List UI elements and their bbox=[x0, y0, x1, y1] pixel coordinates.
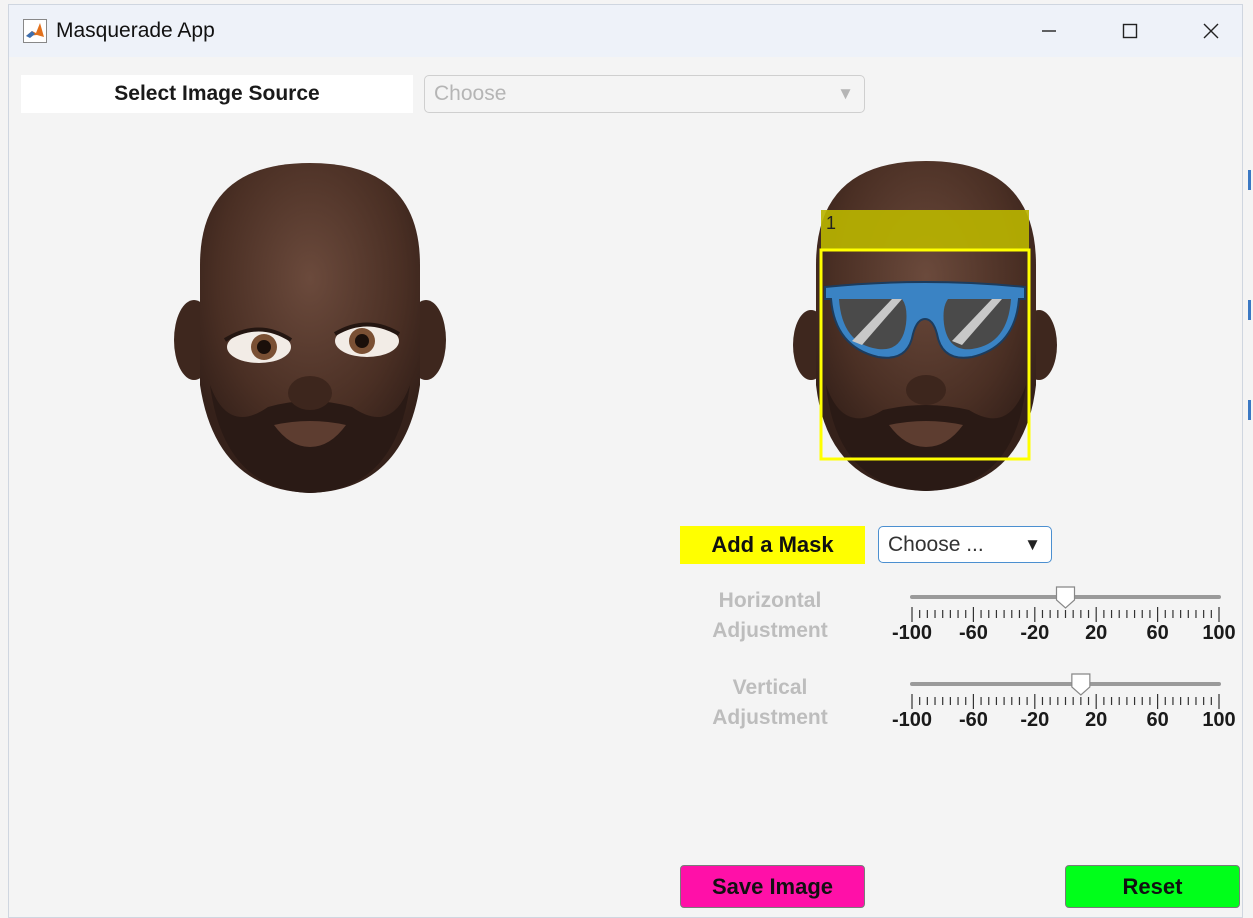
chevron-down-icon: ▼ bbox=[1024, 534, 1041, 554]
minimize-icon bbox=[1042, 30, 1056, 32]
horizontal-label-line1: Horizontal bbox=[718, 589, 822, 612]
save-image-button[interactable]: Save Image bbox=[680, 865, 865, 908]
vertical-slider-track[interactable]: -100 -60 -20 20 60 100 bbox=[879, 668, 1239, 731]
horizontal-adjustment-label: Horizontal Adjustment bbox=[680, 586, 860, 646]
slider-tick-label: -20 bbox=[1020, 709, 1049, 730]
window-title: Masquerade App bbox=[56, 19, 215, 42]
image-source-value: Choose bbox=[434, 82, 507, 105]
maximize-icon bbox=[1122, 23, 1138, 39]
slider-tick-label: -100 bbox=[892, 709, 932, 730]
detection-box-label: 1 bbox=[826, 213, 837, 233]
slider-tick-label: -20 bbox=[1020, 622, 1049, 643]
slider-thumb[interactable] bbox=[1071, 673, 1091, 696]
add-mask-label: Add a Mask bbox=[680, 526, 865, 564]
background-window-edge bbox=[1248, 170, 1251, 190]
background-window-edge bbox=[1248, 400, 1251, 420]
slider-tick-label: -100 bbox=[892, 622, 932, 643]
matlab-icon bbox=[23, 19, 47, 43]
close-icon bbox=[1203, 23, 1219, 39]
horizontal-slider[interactable]: -100 -60 -20 20 60 100 bbox=[879, 581, 1239, 644]
slider-thumb[interactable] bbox=[1055, 586, 1076, 609]
vertical-adjustment-label: Vertical Adjustment bbox=[680, 673, 860, 733]
horizontal-label-line2: Adjustment bbox=[712, 619, 828, 642]
slider-tick-label: -60 bbox=[959, 622, 988, 643]
slider-tick-label: 20 bbox=[1085, 622, 1107, 643]
slider-tick-label: 60 bbox=[1146, 622, 1168, 643]
slider-tick-label: 100 bbox=[1202, 709, 1235, 730]
reset-button[interactable]: Reset bbox=[1065, 865, 1240, 908]
maximize-button[interactable] bbox=[1107, 17, 1153, 45]
close-button[interactable] bbox=[1188, 17, 1234, 45]
mask-dropdown-value: Choose ... bbox=[888, 532, 984, 556]
app-window: Masquerade App Select Image Source Choos… bbox=[8, 4, 1243, 918]
slider-tick-label: -60 bbox=[959, 709, 988, 730]
slider-tick-label: 60 bbox=[1146, 709, 1168, 730]
vertical-label-line1: Vertical bbox=[732, 676, 808, 699]
mask-dropdown[interactable]: Choose ... ▼ bbox=[878, 526, 1052, 563]
image-source-dropdown[interactable]: Choose ▼ bbox=[424, 75, 865, 113]
title-bar: Masquerade App bbox=[9, 5, 1242, 57]
minimize-button[interactable] bbox=[1026, 17, 1072, 45]
vertical-label-line2: Adjustment bbox=[712, 706, 828, 729]
vertical-slider[interactable]: -100 -60 -20 20 60 100 bbox=[879, 668, 1239, 731]
slider-tick-label: 100 bbox=[1202, 622, 1235, 643]
slider-tick-label: 20 bbox=[1085, 709, 1107, 730]
sunglasses-mask bbox=[824, 281, 1026, 359]
original-image bbox=[174, 163, 446, 493]
horizontal-slider-track[interactable]: -100 -60 -20 20 60 100 bbox=[879, 581, 1239, 644]
select-image-source-label: Select Image Source bbox=[21, 75, 413, 113]
background-window-edge bbox=[1248, 300, 1251, 320]
chevron-down-icon: ▼ bbox=[837, 84, 854, 103]
